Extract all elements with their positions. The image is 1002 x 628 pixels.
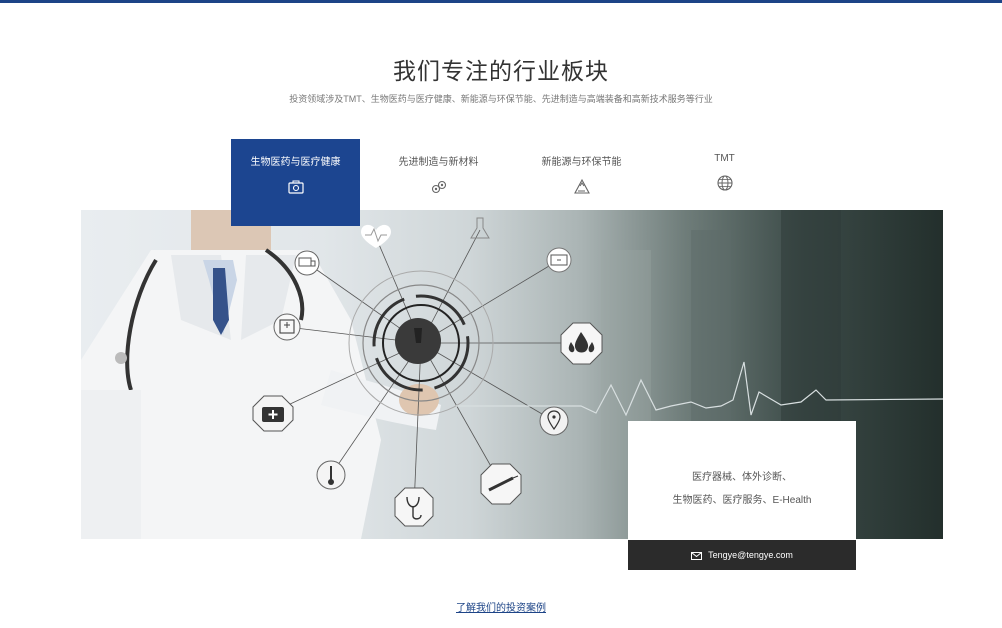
tab-label: 生物医药与医疗健康	[250, 157, 341, 168]
molecule-icon	[431, 180, 446, 194]
sector-description-card: 医疗器械、体外诊断、 生物医药、医疗服务、E-Health	[628, 421, 856, 540]
ambulance-icon	[294, 250, 320, 276]
stethoscope-icon	[394, 487, 434, 527]
tab-label: 先进制造与新材料	[398, 157, 479, 168]
tab-label: TMT	[714, 153, 735, 164]
monitor-icon	[546, 247, 572, 273]
mail-icon	[691, 551, 703, 560]
medical-kit-icon	[287, 180, 304, 194]
sector-description-line2: 生物医药、医疗服务、E-Health	[672, 495, 812, 506]
contact-email: Tengye@tengye.com	[708, 550, 793, 560]
blood-drop-icon	[560, 322, 603, 365]
contact-email-bar[interactable]: Tengye@tengye.com	[628, 540, 856, 570]
heart-icon	[361, 224, 391, 248]
investment-cases-link[interactable]: 了解我们的投资案例	[0, 599, 1002, 614]
globe-icon	[716, 175, 733, 191]
top-accent-bar	[0, 0, 1002, 3]
section-subtitle: 投资领域涉及TMT、生物医药与医疗健康、新能源与环保节能、先进制造与高端装备和高…	[289, 94, 713, 104]
flask-icon	[470, 217, 490, 239]
tab-biomedicine[interactable]: 生物医药与医疗健康	[231, 139, 360, 226]
first-aid-kit-icon	[252, 395, 294, 432]
thermometer-icon	[316, 460, 346, 490]
sector-description-line1: 医疗器械、体外诊断、	[692, 472, 792, 483]
syringe-icon	[480, 463, 522, 505]
section-title: 我们专注的行业板块	[393, 58, 609, 84]
location-pin-icon	[539, 406, 569, 436]
tab-label: 新能源与环保节能	[541, 157, 622, 168]
hospital-icon	[273, 313, 301, 341]
recycle-icon	[573, 178, 590, 194]
